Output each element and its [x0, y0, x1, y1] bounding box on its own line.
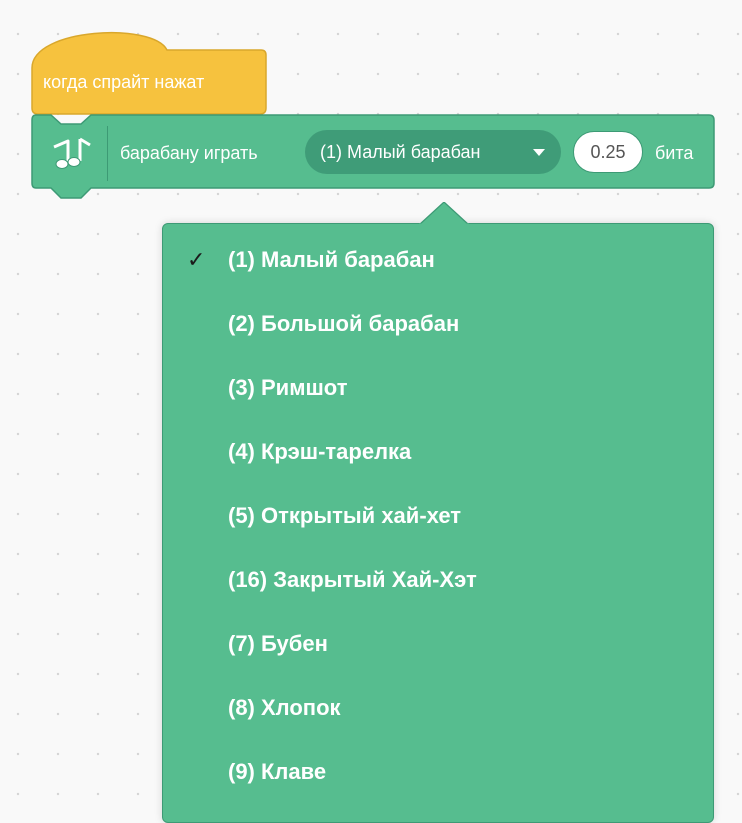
drum-option-2[interactable]: (2) Большой барабан [163, 298, 713, 348]
drum-option-8[interactable]: (8) Хлопок [163, 682, 713, 732]
drum-option-5[interactable]: (5) Открытый хай-хет [163, 490, 713, 540]
drum-option-1[interactable]: ✓ (1) Малый барабан [163, 234, 713, 284]
drum-option-16[interactable]: (16) Закрытый Хай-Хэт [163, 554, 713, 604]
drum-option-3[interactable]: (3) Римшот [163, 362, 713, 412]
checkmark-icon: ✓ [187, 247, 206, 272]
drum-option-label: (16) Закрытый Хай-Хэт [228, 567, 477, 592]
extension-icon-divider [107, 126, 108, 181]
drum-select-dropdown[interactable]: (1) Малый барабан [305, 130, 561, 174]
drum-option-label: (4) Крэш-тарелка [228, 439, 412, 464]
chevron-down-icon [533, 149, 545, 156]
beats-input-value: 0.25 [590, 141, 626, 162]
when-sprite-clicked-block[interactable]: когда спрайт нажат [31, 28, 267, 116]
drum-option-label: (1) Малый барабан [228, 247, 435, 272]
drum-option-label: (9) Клаве [228, 759, 327, 784]
music-notes-icon [53, 137, 91, 169]
beats-suffix-label: бита [655, 143, 694, 163]
drum-option-label: (7) Бубен [228, 631, 328, 656]
play-drum-prefix-label: барабану играть [120, 143, 258, 163]
drum-option-4[interactable]: (4) Крэш-тарелка [163, 426, 713, 476]
drum-option-7[interactable]: (7) Бубен [163, 618, 713, 668]
drum-dropdown-menu: ✓ (1) Малый барабан (2) Большой барабан … [162, 223, 714, 823]
beats-input[interactable]: 0.25 [573, 131, 643, 173]
drum-option-label: (3) Римшот [228, 375, 348, 400]
drum-option-label: (2) Большой барабан [228, 311, 460, 336]
drum-select-value: (1) Малый барабан [320, 141, 481, 162]
play-drum-block[interactable]: барабану играть (1) Малый барабан 0.25 б… [31, 114, 716, 204]
drum-option-label: (8) Хлопок [228, 695, 341, 720]
drum-option-label: (5) Открытый хай-хет [228, 503, 462, 528]
dropdown-pointer-arrow [419, 202, 469, 226]
hat-block-label: когда спрайт нажат [43, 72, 205, 92]
drum-option-9[interactable]: (9) Клаве [163, 746, 713, 796]
